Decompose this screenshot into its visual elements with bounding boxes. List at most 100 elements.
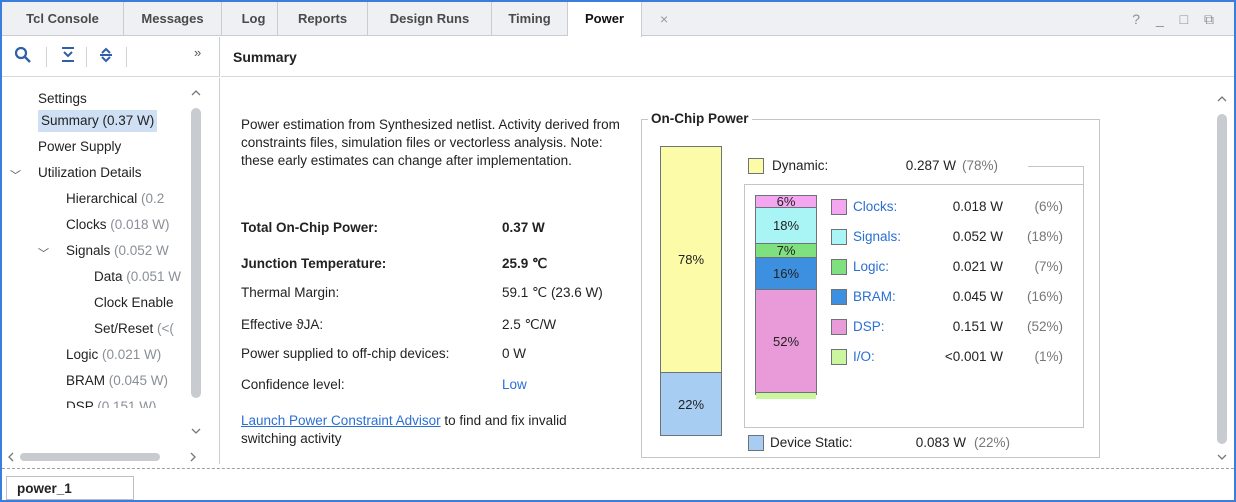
content-vertical-scrollbar[interactable] <box>1216 94 1228 462</box>
device-static-swatch <box>748 435 764 451</box>
window-controls[interactable]: ? _ □ ⧉ <box>1132 2 1220 36</box>
launch-power-constraint-advisor-link[interactable]: Launch Power Constraint Advisor <box>241 413 441 428</box>
tree-item-hierarchical[interactable]: Hierarchical (0.2 <box>66 188 190 210</box>
total-power-label: Total On-Chip Power: <box>241 220 378 235</box>
on-chip-power-panel: On-Chip Power 78% 22% Dynamic: 0.287 W (… <box>641 111 1100 458</box>
tree-item-data[interactable]: Data (0.051 W <box>94 266 190 288</box>
dynamic-connector <box>1083 166 1084 184</box>
dynamic-bar-segment[interactable]: 78% <box>661 147 721 373</box>
breakdown-bar-segment-clocks[interactable]: 6% <box>756 194 816 209</box>
io-link[interactable]: I/O: <box>853 349 875 364</box>
tree-item-clocks[interactable]: Clocks (0.018 W) <box>66 214 190 236</box>
io-pct: (1%) <box>1034 349 1063 364</box>
bram-swatch <box>831 289 847 305</box>
tab-close-icon[interactable]: × <box>660 2 668 36</box>
tab-messages[interactable]: Messages <box>124 2 222 36</box>
signals-pct: (18%) <box>1026 229 1063 244</box>
tree-item-logic[interactable]: Logic (0.021 W) <box>66 344 190 366</box>
scroll-up-icon[interactable] <box>1216 94 1228 104</box>
breakdown-bar-segment-dsp[interactable]: 52% <box>756 290 816 393</box>
collapse-all-icon[interactable] <box>60 46 76 69</box>
scroll-left-icon[interactable] <box>6 450 16 464</box>
tree-item-dsp[interactable]: DSP (0.151 W) <box>66 396 190 408</box>
logic-pct: (7%) <box>1034 259 1063 274</box>
tab-log[interactable]: Log <box>230 2 278 36</box>
dsp-link[interactable]: DSP: <box>853 319 885 334</box>
scrollbar-thumb[interactable] <box>20 453 160 461</box>
tree-item-signals[interactable]: Signals (0.052 W <box>66 240 190 262</box>
tree-item-summary[interactable]: Summary (0.37 W) <box>38 110 158 132</box>
tab-design-runs[interactable]: Design Runs <box>368 2 492 36</box>
more-icon[interactable]: » <box>194 45 201 60</box>
search-icon[interactable] <box>14 46 32 69</box>
confidence-level-link[interactable]: Low <box>502 377 527 392</box>
scrollbar-thumb[interactable] <box>1217 114 1227 444</box>
tab-power[interactable]: Power <box>568 2 642 37</box>
breakdown-bar-segment-bram[interactable]: 16% <box>756 258 816 290</box>
total-power-bar: 78% 22% <box>660 146 722 436</box>
dsp-swatch <box>831 319 847 335</box>
breakdown-bar-label: 52% <box>772 333 800 349</box>
off-chip-power-label: Power supplied to off-chip devices: <box>241 346 450 361</box>
breakdown-bar-label: 16% <box>772 266 800 281</box>
tree-vertical-scrollbar[interactable] <box>190 88 202 436</box>
bottom-divider <box>2 468 1234 469</box>
power-report-window: Tcl Console Messages Log Reports Design … <box>0 0 1236 502</box>
effective-theta-ja-value: 2.5 ℃/W <box>502 317 557 332</box>
signals-link[interactable]: Signals: <box>853 229 901 244</box>
bram-pct: (16%) <box>1026 289 1063 304</box>
tab-tcl-console[interactable]: Tcl Console <box>2 2 124 36</box>
bram-value: 0.045 W <box>952 289 1003 304</box>
dsp-value: 0.151 W <box>952 319 1003 334</box>
tab-timing[interactable]: Timing <box>492 2 568 36</box>
tree-toolbar: » <box>2 37 220 77</box>
breakdown-bar-segment-signals[interactable]: 18% <box>756 208 816 244</box>
dynamic-swatch <box>748 158 764 174</box>
tree-horizontal-scrollbar[interactable] <box>6 450 202 464</box>
dynamic-label: Dynamic: <box>772 158 829 173</box>
dynamic-breakdown-box: 6% 18% 7% 16% 52% Clocks: 0.018 W (6%) Signals:… <box>744 184 1084 428</box>
static-bar-segment[interactable]: 22% <box>661 373 721 435</box>
tab-power-1[interactable]: power_1 <box>6 476 134 500</box>
tab-bar: Tcl Console Messages Log Reports Design … <box>2 2 1234 37</box>
chevron-down-icon[interactable]: ﹀ <box>38 245 49 261</box>
tree-item-set-reset[interactable]: Set/Reset (<( <box>94 318 190 340</box>
toolbar-separator <box>46 47 47 67</box>
scroll-down-icon[interactable] <box>1216 452 1228 462</box>
scroll-up-icon[interactable] <box>190 88 202 98</box>
device-static-value: 0.083 W <box>915 435 966 450</box>
dynamic-pct: (78%) <box>962 158 999 173</box>
toolbar-separator <box>86 47 87 67</box>
summary-description: Power estimation from Synthesized netlis… <box>241 117 620 168</box>
expand-all-icon[interactable] <box>98 46 114 69</box>
scrollbar-thumb[interactable] <box>191 108 201 398</box>
breakdown-bar-label: 6% <box>776 194 796 209</box>
clocks-link[interactable]: Clocks: <box>853 199 897 214</box>
chevron-down-icon[interactable]: ﹀ <box>10 167 21 183</box>
on-chip-power-title: On-Chip Power <box>648 111 752 126</box>
tree-item-power-supply[interactable]: Power Supply <box>38 136 121 158</box>
logic-value: 0.021 W <box>952 259 1003 274</box>
bram-link[interactable]: BRAM: <box>853 289 896 304</box>
dsp-pct: (52%) <box>1026 319 1063 334</box>
breakdown-bar-segment-io[interactable] <box>756 393 816 399</box>
breakdown-bar-segment-logic[interactable]: 7% <box>756 243 816 258</box>
off-chip-power-value: 0 W <box>502 346 527 361</box>
tree-item-utilization-details[interactable]: Utilization Details <box>38 162 142 184</box>
summary-content: Power estimation from Synthesized netlis… <box>221 78 1234 464</box>
dynamic-bar-label: 78% <box>677 252 705 267</box>
scroll-down-icon[interactable] <box>190 426 202 436</box>
io-value: <0.001 W <box>944 349 1003 364</box>
clocks-value: 0.018 W <box>952 199 1003 214</box>
thermal-margin-value: 59.1 ℃ (23.6 W) <box>502 285 603 300</box>
scroll-right-icon[interactable] <box>188 450 198 464</box>
tree-item-clock-enable[interactable]: Clock Enable <box>94 292 190 314</box>
junction-temp-label: Junction Temperature: <box>241 256 387 271</box>
tab-reports[interactable]: Reports <box>278 2 368 36</box>
summary-header: Summary <box>221 37 1234 77</box>
logic-link[interactable]: Logic: <box>853 259 889 274</box>
tree-item-bram[interactable]: BRAM (0.045 W) <box>66 370 190 392</box>
dynamic-value: 0.287 W <box>905 158 956 173</box>
tree-item-settings[interactable]: Settings <box>38 88 87 110</box>
total-power-value: 0.37 W <box>502 220 545 235</box>
